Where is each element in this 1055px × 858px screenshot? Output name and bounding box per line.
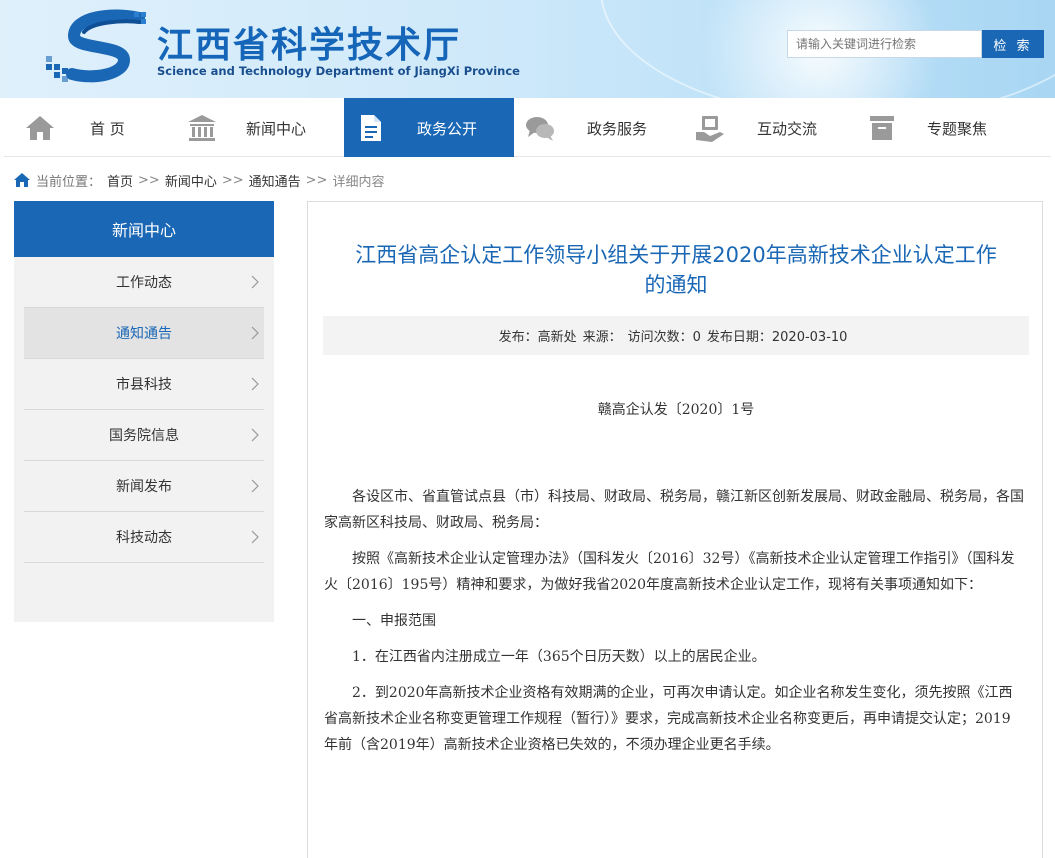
site-header: 江西省科学技术厅 Science and Technology Departme… [0, 0, 1055, 98]
handshake-icon [696, 116, 724, 142]
document-icon [361, 115, 381, 141]
org-name-cn: 江西省科学技术厅 [157, 25, 462, 66]
document-number: 赣高企认发〔2020〕1号 [597, 402, 755, 418]
breadcrumb-news-link[interactable]: 新闻中心 [165, 171, 217, 190]
article-paragraph: 各设区市、省直管试点县（市）科技局、财政局、税务局，赣江新区创新发展局、财政金融… [324, 489, 1024, 531]
home-icon [14, 173, 30, 187]
breadcrumb-separator: >> [305, 172, 328, 188]
sidebar-item-city-county-tech[interactable]: 市县科技 [24, 359, 264, 410]
nav-label: 首 页 [90, 120, 125, 138]
sidebar-title: 新闻中心 [14, 201, 274, 257]
sidebar-item-label: 工作动态 [116, 275, 172, 291]
chevron-right-icon [251, 530, 259, 544]
nav-item-special-topics[interactable]: 专题聚焦 [854, 98, 1024, 157]
nav-item-government-affairs[interactable]: 政务公开 [344, 98, 514, 157]
sidebar-item-notices[interactable]: 通知通告 [24, 308, 264, 359]
article-title-line: 的通知 [644, 273, 708, 297]
sidebar-item-work-news[interactable]: 工作动态 [24, 257, 264, 308]
article-panel: 江西省高企认定工作领导小组关于开展2020年高新技术企业认定工作 的通知 发布：… [307, 201, 1043, 858]
nav-label: 新闻中心 [246, 120, 307, 138]
article-paragraph: 1．在江西省内注册成立一年（365个日历天数）以上的居民企业。 [352, 649, 766, 665]
sidebar-item-label: 国务院信息 [109, 428, 179, 444]
sidebar-item-tech-news[interactable]: 科技动态 [24, 512, 264, 563]
org-name-en: Science and Technology Department of Jia… [157, 64, 520, 78]
search-button[interactable]: 检 索 [982, 30, 1044, 58]
nav-item-news[interactable]: 新闻中心 [174, 98, 344, 157]
breadcrumb-separator: >> [138, 172, 160, 188]
article-paragraph: 2．到2020年高新技术企业资格有效期满的企业，可再次申请认定。如企业名称发生变… [324, 685, 1013, 753]
main-nav: 首 页 新闻中心 政务公开 政务服务 互动交流 专题聚焦 [4, 98, 1051, 157]
search-input[interactable] [787, 30, 982, 58]
article-paragraph: 按照《高新技术企业认定管理办法》（国科发火〔2016〕32号）《高新技术企业认定… [324, 551, 1015, 593]
building-icon [188, 115, 216, 141]
breadcrumb-separator: >> [221, 172, 244, 188]
home-icon [26, 116, 54, 140]
meta-date: 发布日期：2020-03-10 [706, 330, 848, 345]
sidebar-item-press-releases[interactable]: 新闻发布 [24, 461, 264, 512]
nav-item-interaction[interactable]: 互动交流 [684, 98, 854, 157]
logo-mark-icon [46, 9, 146, 83]
breadcrumb-home-link[interactable]: 首页 [107, 171, 133, 190]
sidebar-item-label: 新闻发布 [116, 479, 172, 495]
article-title: 江西省高企认定工作领导小组关于开展2020年高新技术企业认定工作 的通知 [308, 240, 1042, 300]
article-paragraph: 一、申报范围 [352, 613, 436, 629]
chevron-right-icon [251, 377, 259, 391]
breadcrumb-prefix: 当前位置： [36, 174, 102, 190]
archive-icon [870, 116, 894, 140]
nav-item-home[interactable]: 首 页 [4, 98, 174, 157]
nav-label: 政务服务 [587, 120, 648, 138]
chevron-right-icon [251, 428, 259, 442]
chat-icon [526, 117, 554, 141]
breadcrumb: 当前位置： 首页 >> 新闻中心 >> 通知通告 >> 详细内容 [14, 170, 384, 190]
breadcrumb-current: 详细内容 [332, 174, 385, 190]
sidebar-item-label: 科技动态 [116, 530, 172, 546]
breadcrumb-notice-link[interactable]: 通知通告 [249, 171, 301, 190]
article-body: 各设区市、省直管试点县（市）科技局、财政局、税务局，赣江新区创新发展局、财政金融… [324, 484, 1024, 768]
sidebar-item-state-council-info[interactable]: 国务院信息 [24, 410, 264, 461]
sidebar: 新闻中心 工作动态 通知通告 市县科技 国务院信息 新闻发布 科技动态 [14, 201, 274, 622]
chevron-right-icon [251, 275, 259, 289]
article-meta: 发布：高新处 来源： 访问次数：0 发布日期：2020-03-10 [323, 316, 1029, 355]
nav-item-government-services[interactable]: 政务服务 [514, 98, 684, 157]
sidebar-list: 工作动态 通知通告 市县科技 国务院信息 新闻发布 科技动态 [14, 257, 274, 563]
nav-label: 政务公开 [417, 120, 478, 138]
meta-source: 来源： [582, 330, 622, 345]
sidebar-item-label: 通知通告 [116, 326, 172, 342]
chevron-right-icon [251, 479, 259, 493]
meta-views: 访问次数：0 [627, 330, 701, 345]
chevron-right-icon [251, 326, 259, 340]
meta-publisher: 发布：高新处 [498, 330, 577, 345]
sidebar-item-label: 市县科技 [116, 377, 172, 393]
article-title-line: 江西省高企认定工作领导小组关于开展2020年高新技术企业认定工作 [355, 243, 997, 267]
nav-label: 专题聚焦 [927, 120, 988, 138]
nav-label: 互动交流 [757, 120, 818, 138]
